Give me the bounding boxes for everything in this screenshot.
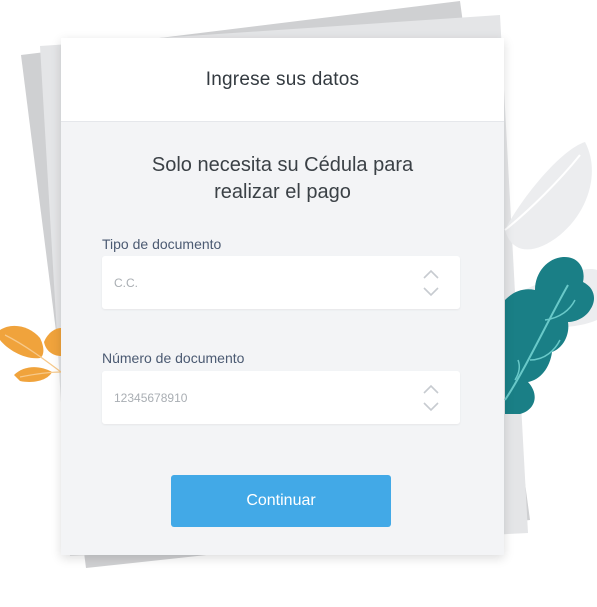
document-number-field[interactable]: 12345678910 — [102, 371, 460, 424]
card-title: Ingrese sus datos — [205, 68, 360, 90]
orange-leaf-icon — [0, 325, 62, 382]
chevron-up-down-icon — [423, 269, 439, 296]
document-number-value: 12345678910 — [114, 390, 188, 405]
document-number-label: Número de documento — [102, 350, 245, 366]
document-type-select[interactable]: C.C. — [102, 256, 460, 309]
card-header: Ingrese sus datos — [61, 38, 504, 122]
continue-button[interactable]: Continuar — [171, 475, 391, 527]
payment-illustration-stage: Ingrese sus datos Solo necesita su Cédul… — [0, 0, 597, 607]
chevron-up-down-icon[interactable] — [422, 383, 440, 413]
document-form-card: Ingrese sus datos Solo necesita su Cédul… — [61, 38, 504, 555]
form-subtitle: Solo necesita su Cédula para realizar el… — [151, 154, 414, 203]
document-type-label: Tipo de documento — [102, 236, 222, 252]
teal-leaf-icon — [504, 256, 595, 414]
document-type-value: C.C. — [114, 275, 138, 290]
